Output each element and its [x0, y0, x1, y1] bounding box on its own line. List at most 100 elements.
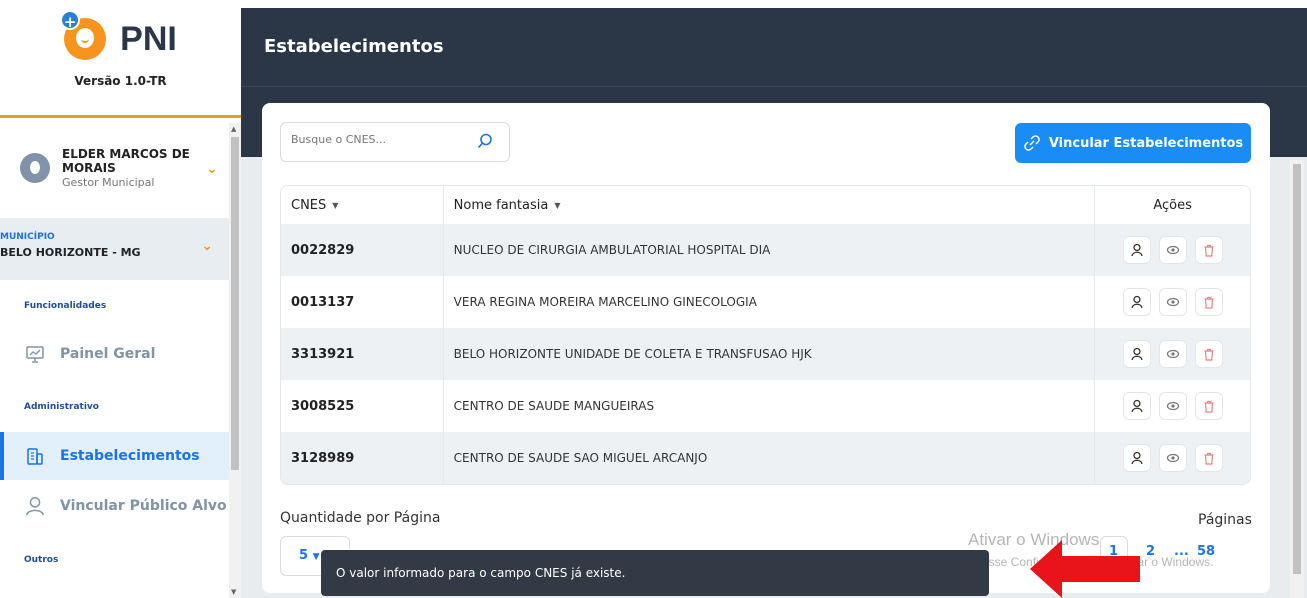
cnes-cell: 3128989 [281, 432, 444, 484]
content-scrollbar[interactable] [1290, 160, 1304, 598]
column-header-cnes[interactable]: CNES ▼ [281, 186, 444, 224]
nome-value: NUCLEO DE CIRURGIA AMBULATORIAL HOSPITAL… [453, 243, 771, 257]
presentation-board-icon [24, 343, 46, 365]
eye-icon[interactable] [1158, 236, 1187, 264]
logo-text: PNI [120, 19, 177, 58]
vincular-user-icon[interactable] [1122, 340, 1151, 368]
cnes-cell: 0022829 [281, 224, 444, 276]
cnes-value: 3128989 [291, 450, 355, 466]
sidebar: + PNI Versão 1.0-TR ELDER MARCOS DE MORA… [0, 0, 241, 598]
actions-cell [1095, 224, 1250, 276]
vincular-user-icon[interactable] [1122, 236, 1151, 264]
trash-icon[interactable] [1194, 392, 1223, 420]
sidebar-item-vincular-publico-alvo[interactable]: Vincular Público Alvo [0, 482, 229, 530]
content-card: Vincular Estabelecimentos CNES ▼ Nome fan… [262, 103, 1270, 593]
municipio-value: BELO HORIZONTE - MG [0, 246, 141, 259]
nome-value: VERA REGINA MOREIRA MARCELINO GINECOLOGI… [453, 295, 757, 309]
sidebar-item-label: Vincular Público Alvo [60, 498, 227, 514]
building-icon [24, 445, 46, 467]
table-row: 0022829 NUCLEO DE CIRURGIA AMBULATORIAL H… [281, 224, 1250, 276]
column-header-label: Nome fantasia [453, 197, 549, 213]
vincular-user-icon[interactable] [1122, 288, 1151, 316]
actions-cell [1095, 276, 1250, 328]
column-header-nome[interactable]: Nome fantasia ▼ [444, 186, 1096, 224]
vincular-estabelecimentos-label: Vincular Estabelecimentos [1048, 135, 1244, 151]
sort-icon[interactable]: ▼ [332, 201, 338, 210]
cnes-cell: 3313921 [281, 328, 444, 380]
trash-icon[interactable] [1194, 288, 1223, 316]
version-label: Versão 1.0-TR [74, 74, 167, 88]
section-administrativo: Administrativo [24, 402, 99, 412]
vincular-user-icon[interactable] [1122, 444, 1151, 472]
sort-icon[interactable]: ▼ [554, 201, 560, 210]
logo-area: + PNI Versão 1.0-TR [0, 0, 241, 118]
municipio-selector[interactable]: MUNICÍPIO BELO HORIZONTE - MG ⌄ [0, 218, 229, 280]
eye-icon[interactable] [1158, 444, 1187, 472]
column-header-acoes: Ações [1095, 186, 1250, 224]
link-icon [1024, 135, 1040, 151]
nome-value: CENTRO DE SAUDE SAO MIGUEL ARCANJO [453, 451, 708, 465]
actions-cell [1095, 328, 1250, 380]
vincular-estabelecimentos-button[interactable]: Vincular Estabelecimentos [1015, 123, 1251, 163]
table-row: 3008525 CENTRO DE SAUDE MANGUEIRAS [281, 380, 1250, 432]
cnes-cell: 0013137 [281, 276, 444, 328]
table-row: 3313921 BELO HORIZONTE UNIDADE DE COLETA … [281, 328, 1250, 380]
section-outros: Outros [24, 555, 59, 565]
sidebar-item-painel-geral[interactable]: Painel Geral [0, 330, 229, 378]
search-input[interactable] [291, 133, 461, 146]
section-funcionalidades: Funcionalidades [24, 301, 107, 311]
nome-cell: VERA REGINA MOREIRA MARCELINO GINECOLOGI… [444, 276, 1096, 328]
scrollbar-thumb[interactable] [231, 137, 239, 470]
eye-icon[interactable] [1158, 340, 1187, 368]
cnes-value: 0013137 [291, 294, 355, 310]
actions-cell [1095, 380, 1250, 432]
cnes-value: 3313921 [291, 346, 355, 362]
person-outline-icon [24, 495, 46, 517]
red-arrow-icon [1030, 540, 1140, 598]
trash-icon[interactable] [1194, 444, 1223, 472]
sidebar-scrollbar[interactable]: ▲ ▼ [229, 123, 241, 598]
scroll-up-icon[interactable]: ▲ [231, 125, 236, 133]
scrollbar-thumb[interactable] [1293, 164, 1301, 574]
nome-cell: NUCLEO DE CIRURGIA AMBULATORIAL HOSPITAL… [444, 224, 1096, 276]
actions-cell [1095, 432, 1250, 484]
column-header-label: Ações [1153, 197, 1192, 213]
cnes-value: 0022829 [291, 242, 355, 258]
trash-icon[interactable] [1194, 236, 1223, 264]
column-header-label: CNES [291, 197, 327, 213]
table-row: 0013137 VERA REGINA MOREIRA MARCELINO GIN… [281, 276, 1250, 328]
header-divider [241, 86, 1307, 87]
scroll-down-icon[interactable]: ▼ [231, 588, 236, 596]
cnes-value: 3008525 [291, 398, 355, 414]
cnes-cell: 3008525 [281, 380, 444, 432]
nome-cell: CENTRO DE SAUDE SAO MIGUEL ARCANJO [444, 432, 1096, 484]
nome-value: CENTRO DE SAUDE MANGUEIRAS [453, 399, 655, 413]
municipio-label: MUNICÍPIO [0, 232, 55, 242]
sidebar-item-label: Estabelecimentos [60, 448, 200, 464]
sidebar-item-estabelecimentos[interactable]: Estabelecimentos [0, 432, 229, 480]
vincular-user-icon[interactable] [1122, 392, 1151, 420]
search-icon[interactable] [477, 133, 493, 149]
chevron-down-icon[interactable]: ⌄ [206, 161, 218, 213]
user-role: Gestor Municipal [62, 176, 155, 189]
sidebar-item-label: Painel Geral [60, 346, 156, 362]
user-name: ELDER MARCOS DE MORAIS [62, 147, 190, 175]
header-top-strip [241, 0, 1307, 8]
chevron-down-icon: ▼ [312, 552, 320, 562]
nome-value: BELO HORIZONTE UNIDADE DE COLETA E TRANS… [453, 347, 812, 361]
nome-cell: CENTRO DE SAUDE MANGUEIRAS [444, 380, 1096, 432]
eye-icon[interactable] [1158, 392, 1187, 420]
eye-icon[interactable] [1158, 288, 1187, 316]
per-page-value: 5 [299, 548, 309, 563]
chevron-down-icon[interactable]: ⌄ [201, 238, 213, 254]
trash-icon[interactable] [1194, 340, 1223, 368]
table-header: CNES ▼ Nome fantasia ▼ Ações [281, 186, 1250, 224]
page-title: Estabelecimentos [264, 36, 444, 57]
pages-label: Páginas [1198, 512, 1252, 528]
search-box[interactable] [280, 122, 510, 162]
per-page-label: Quantidade por Página [280, 510, 441, 526]
table-row: 3128989 CENTRO DE SAUDE SAO MIGUEL ARCANJ… [281, 432, 1250, 484]
user-menu[interactable]: ELDER MARCOS DE MORAIS Gestor Municipal … [0, 135, 229, 213]
estabelecimentos-table: CNES ▼ Nome fantasia ▼ Ações 0022829 NUCLEO… [280, 185, 1251, 485]
nome-cell: BELO HORIZONTE UNIDADE DE COLETA E TRANS… [444, 328, 1096, 380]
